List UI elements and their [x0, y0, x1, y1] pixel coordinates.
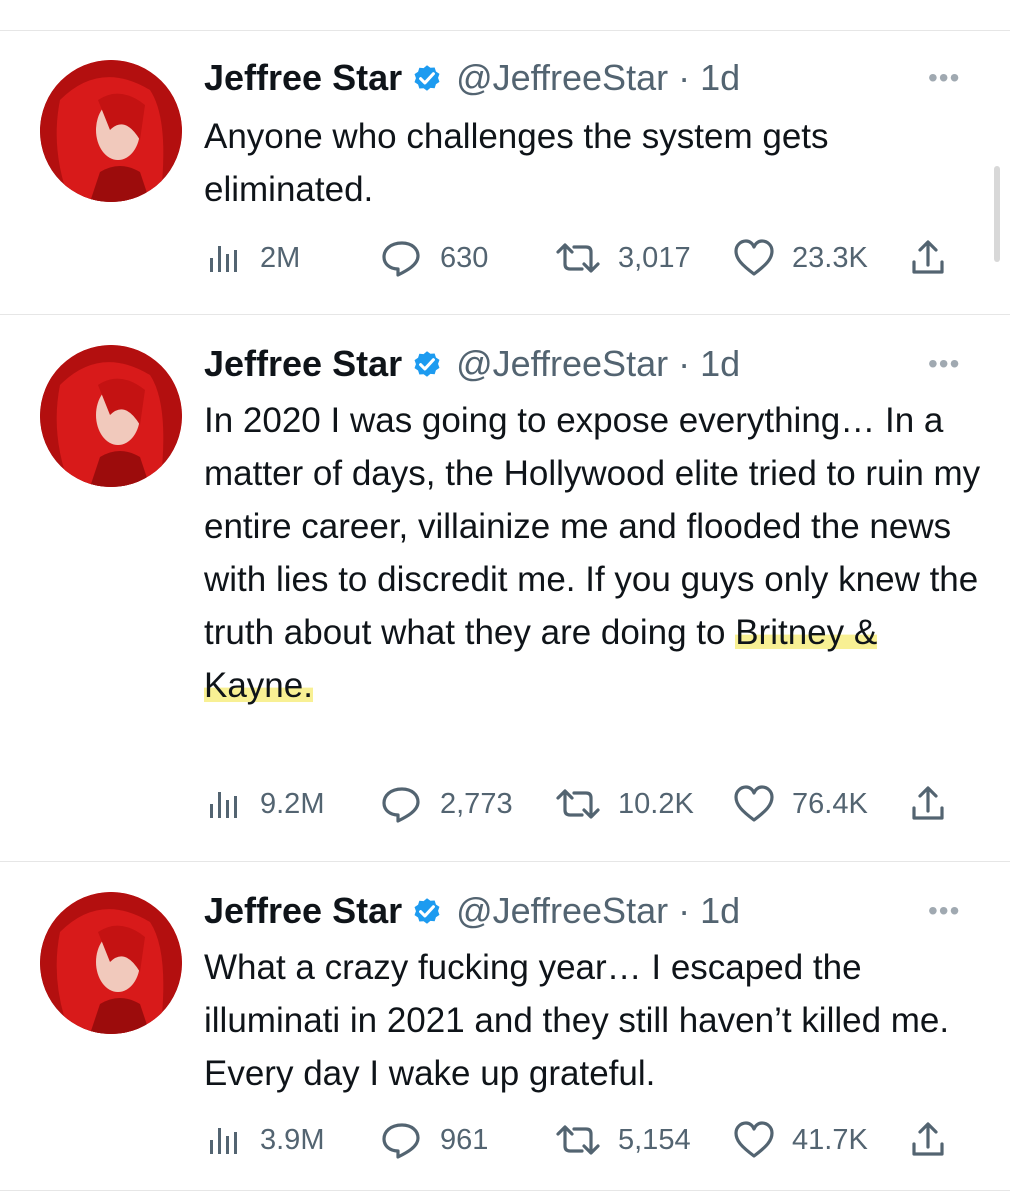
like-icon: [734, 785, 774, 822]
views-icon: [210, 1128, 237, 1154]
retweet-icon: [556, 789, 600, 819]
tweet-header: Jeffree Star @JeffreeStar · 1d: [204, 889, 740, 933]
like-count: 23.3K: [792, 241, 868, 274]
share-action[interactable]: [908, 1120, 948, 1160]
verified-badge-icon: [414, 351, 440, 377]
author-handle-time[interactable]: @JeffreeStar · 1d: [456, 343, 740, 385]
views-icon: [210, 792, 237, 818]
divider-top: [0, 30, 1010, 31]
retweet-action[interactable]: 5,154: [554, 1120, 691, 1160]
share-action[interactable]: [908, 784, 948, 824]
reply-action[interactable]: 2,773: [380, 784, 513, 824]
like-icon: [734, 239, 774, 276]
more-options-icon[interactable]: •••: [928, 350, 968, 378]
author-name[interactable]: Jeffree Star: [204, 57, 402, 99]
avatar-image: [40, 892, 182, 1034]
tweet-header: Jeffree Star @JeffreeStar · 1d: [204, 342, 740, 386]
avatar-image: [40, 60, 182, 202]
retweet-count: 3,017: [618, 241, 691, 274]
author-name[interactable]: Jeffree Star: [204, 343, 402, 385]
reply-count: 2,773: [440, 787, 513, 820]
author-handle-time[interactable]: @JeffreeStar · 1d: [456, 57, 740, 99]
scrollbar[interactable]: [994, 166, 1000, 262]
more-options-icon[interactable]: •••: [928, 897, 968, 925]
avatar-image: [40, 345, 182, 487]
like-icon: [734, 1121, 774, 1158]
avatar[interactable]: [40, 345, 182, 487]
avatar[interactable]: [40, 60, 182, 202]
retweet-count: 5,154: [618, 1123, 691, 1156]
like-action[interactable]: 23.3K: [732, 238, 868, 278]
tweet-text: In 2020 I was going to expose everything…: [204, 394, 994, 712]
divider: [0, 314, 1010, 315]
tweet-text-content: Anyone who challenges the system gets el…: [204, 117, 829, 209]
like-action[interactable]: 41.7K: [732, 1120, 868, 1160]
divider: [0, 861, 1010, 862]
reply-action[interactable]: 630: [380, 238, 488, 278]
share-action[interactable]: [908, 238, 948, 278]
more-options-icon[interactable]: •••: [928, 64, 968, 92]
retweet-icon: [556, 243, 600, 273]
verified-badge-icon: [414, 898, 440, 924]
reply-count: 630: [440, 241, 489, 274]
retweet-action[interactable]: 3,017: [554, 238, 691, 278]
views-icon: [210, 246, 237, 272]
tweet-header: Jeffree Star @JeffreeStar · 1d: [204, 56, 740, 100]
views-action[interactable]: 2M: [204, 238, 300, 278]
share-icon: [912, 786, 944, 820]
views-count: 9.2M: [260, 787, 325, 820]
views-action[interactable]: 9.2M: [204, 784, 324, 824]
reply-icon: [382, 1123, 420, 1159]
like-count: 41.7K: [792, 1123, 868, 1156]
share-icon: [912, 1122, 944, 1156]
verified-badge-icon: [414, 65, 440, 91]
reply-icon: [382, 787, 420, 823]
tweet-text: What a crazy fucking year… I escaped the…: [204, 941, 994, 1100]
views-count: 2M: [260, 241, 301, 274]
like-action[interactable]: 76.4K: [732, 784, 868, 824]
reply-icon: [382, 241, 420, 277]
views-count: 3.9M: [260, 1123, 325, 1156]
views-action[interactable]: 3.9M: [204, 1120, 324, 1160]
retweet-action[interactable]: 10.2K: [554, 784, 694, 824]
divider-bottom: [0, 1190, 1010, 1191]
tweet-text-content: What a crazy fucking year… I escaped the…: [204, 948, 950, 1093]
reply-count: 961: [440, 1123, 489, 1156]
share-icon: [912, 240, 944, 274]
retweet-count: 10.2K: [618, 787, 694, 820]
retweet-icon: [556, 1125, 600, 1155]
author-handle-time[interactable]: @JeffreeStar · 1d: [456, 890, 740, 932]
reply-action[interactable]: 961: [380, 1120, 488, 1160]
like-count: 76.4K: [792, 787, 868, 820]
avatar[interactable]: [40, 892, 182, 1034]
author-name[interactable]: Jeffree Star: [204, 890, 402, 932]
tweet-text: Anyone who challenges the system gets el…: [204, 110, 994, 216]
